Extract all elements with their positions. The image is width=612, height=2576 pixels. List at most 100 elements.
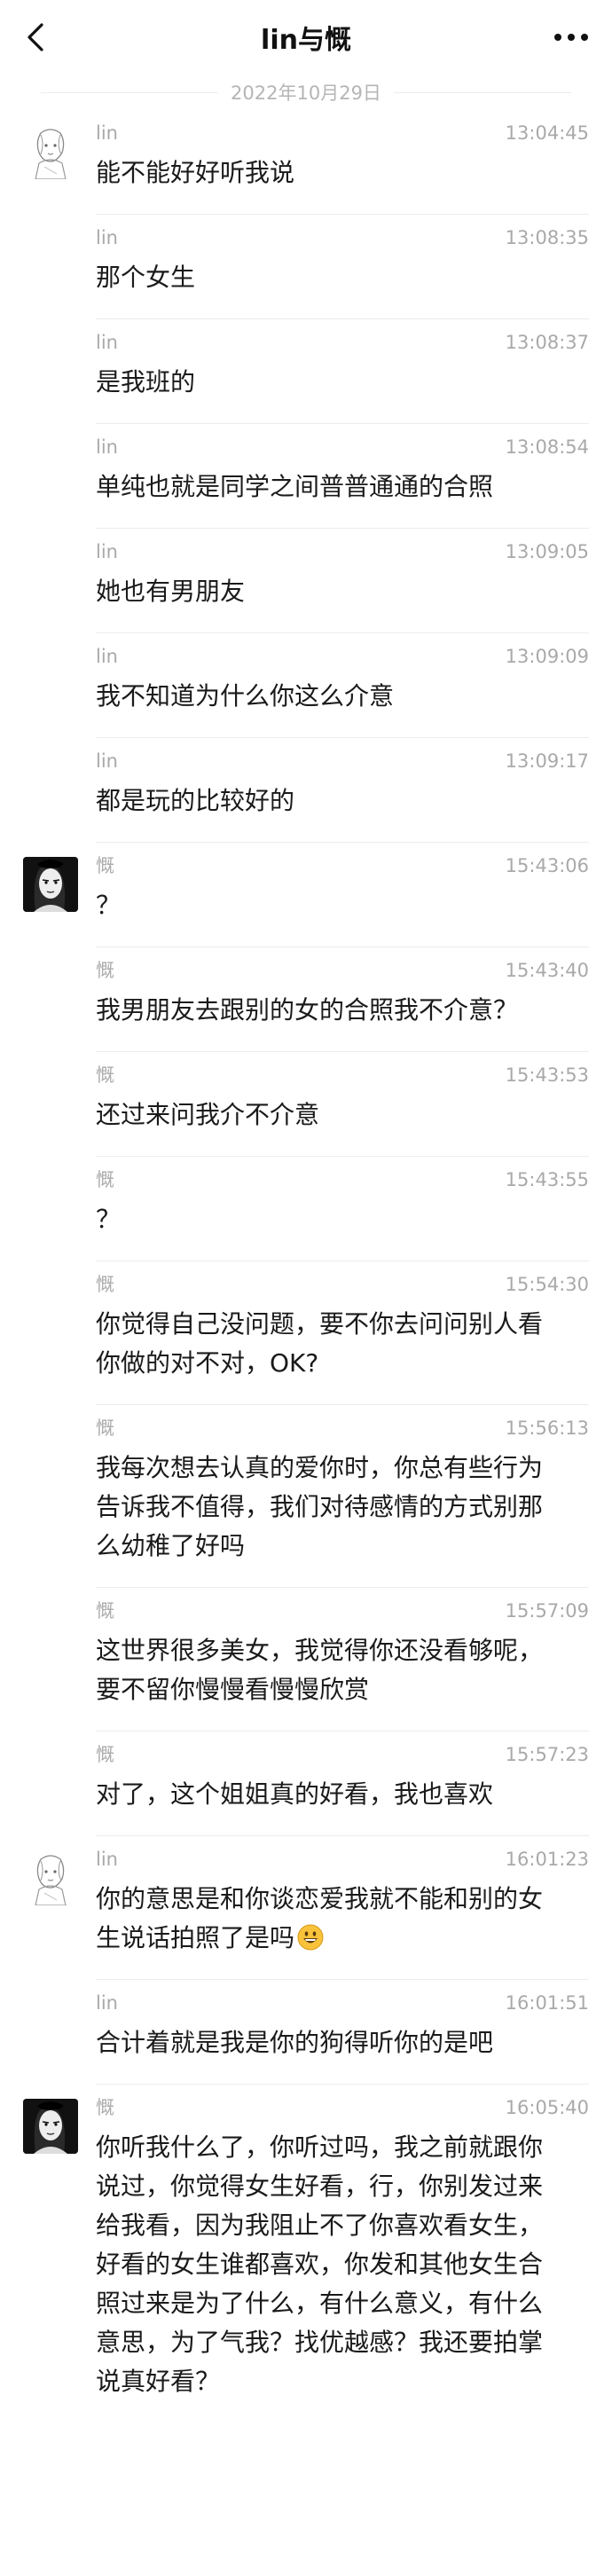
- message-text: 是我班的: [96, 363, 589, 402]
- avatar-kai[interactable]: [23, 2099, 78, 2154]
- message-item[interactable]: lin 13:08:35 那个女生: [0, 215, 612, 319]
- sender-name: lin: [96, 1992, 118, 2014]
- message-meta: 慨 15:43:06: [96, 854, 589, 877]
- message-body: lin 13:08:37 是我班的: [96, 319, 589, 424]
- message-meta: 慨 15:54:30: [96, 1273, 589, 1296]
- divider: [393, 91, 571, 93]
- message-meta: lin 16:01:23: [96, 1848, 589, 1871]
- message-time: 15:54:30: [505, 1274, 589, 1295]
- message-text: 合计着就是我是你的狗得听你的是吧: [96, 2023, 589, 2062]
- message-content: 我每次想去认真的爱你时，你总有些行为 告诉我不值得，我们对待感情的方式别那 么幼…: [96, 1453, 544, 1560]
- sender-name: lin: [96, 541, 118, 562]
- message-time: 13:09:17: [505, 750, 589, 772]
- message-item[interactable]: lin 13:09:09 我不知道为什么你这么介意: [0, 633, 612, 738]
- message-body: lin 13:09:05 她也有男朋友: [96, 529, 589, 633]
- message-meta: 慨 15:57:23: [96, 1743, 589, 1766]
- message-content: 我男朋友去跟别的女的合照我不介意？: [96, 995, 519, 1025]
- message-meta: lin 13:08:54: [96, 436, 589, 459]
- date-label: 2022年10月29日: [231, 82, 381, 104]
- message-item[interactable]: lin 13:08:54 单纯也就是同学之间普普通通的合照: [0, 424, 612, 529]
- message-content: ？: [96, 891, 122, 920]
- message-item[interactable]: 慨 15:56:13 我每次想去认真的爱你时，你总有些行为 告诉我不值得，我们对待感…: [0, 1405, 612, 1588]
- message-time: 15:57:09: [505, 1600, 589, 1622]
- message-item[interactable]: lin 13:04:45 能不能好好听我说: [0, 110, 612, 215]
- sender-name: 慨: [96, 1600, 114, 1622]
- top-bar: lin与慨: [0, 0, 612, 75]
- message-body: 慨 15:56:13 我每次想去认真的爱你时，你总有些行为 告诉我不值得，我们对待感…: [96, 1405, 589, 1588]
- message-body: lin 16:01:23 你的意思是和你谈恋爱我就不能和别的女 生说话拍照了是吗: [96, 1836, 589, 1980]
- sender-name: lin: [96, 750, 118, 772]
- message-item[interactable]: lin 13:09:05 她也有男朋友: [0, 529, 612, 633]
- date-separator: 2022年10月29日: [0, 75, 612, 110]
- message-time: 16:01:23: [505, 1849, 589, 1870]
- message-item[interactable]: 慨 15:57:09 这世界很多美女，我觉得你还没看够呢， 要不留你慢慢看慢慢欣赏: [0, 1588, 612, 1732]
- message-time: 13:08:54: [505, 436, 589, 458]
- message-content: 单纯也就是同学之间普普通通的合照: [96, 472, 494, 501]
- message-text: 她也有男朋友: [96, 572, 589, 611]
- grinning-face-emoji-icon: [297, 1923, 324, 1951]
- message-meta: lin 13:08:37: [96, 331, 589, 354]
- message-text: 我不知道为什么你这么介意: [96, 677, 589, 716]
- message-body: lin 13:09:09 我不知道为什么你这么介意: [96, 633, 589, 738]
- message-item[interactable]: 慨 15:43:06 ？: [0, 843, 612, 947]
- message-item[interactable]: 慨 15:43:53 还过来问我介不介意: [0, 1052, 612, 1157]
- sender-name: lin: [96, 227, 118, 248]
- back-button[interactable]: [18, 20, 53, 55]
- message-time: 13:09:05: [505, 541, 589, 562]
- message-item[interactable]: lin 16:01:23 你的意思是和你谈恋爱我就不能和别的女 生说话拍照了是吗: [0, 1836, 612, 1980]
- message-item[interactable]: 慨 15:43:40 我男朋友去跟别的女的合照我不介意？: [0, 947, 612, 1052]
- message-list: lin 13:04:45 能不能好好听我说 lin 13:08:35 那个女生 lin 13:…: [0, 110, 612, 2423]
- avatar-lin[interactable]: [23, 1850, 78, 1905]
- message-body: 慨 15:54:30 你觉得自己没问题，要不你去问问别人看 你做的对不对，OK?: [96, 1261, 589, 1405]
- message-content: 我不知道为什么你这么介意: [96, 681, 395, 711]
- sender-name: 慨: [96, 2097, 114, 2118]
- message-meta: lin 13:09:17: [96, 750, 589, 773]
- message-content: ？: [96, 1205, 122, 1234]
- message-time: 15:43:53: [505, 1064, 589, 1086]
- message-item[interactable]: lin 13:09:17 都是玩的比较好的: [0, 738, 612, 843]
- message-meta: lin 13:09:05: [96, 540, 589, 563]
- message-text: 那个女生: [96, 258, 589, 297]
- message-text: 我男朋友去跟别的女的合照我不介意？: [96, 991, 589, 1030]
- avatar-lin[interactable]: [23, 124, 78, 179]
- sender-name: 慨: [96, 1064, 114, 1086]
- message-meta: lin 13:08:35: [96, 226, 589, 249]
- message-item[interactable]: lin 16:01:51 合计着就是我是你的狗得听你的是吧: [0, 1980, 612, 2085]
- message-text: 我每次想去认真的爱你时，你总有些行为 告诉我不值得，我们对待感情的方式别那 么幼…: [96, 1449, 589, 1566]
- sender-name: lin: [96, 332, 118, 353]
- message-meta: 慨 15:56:13: [96, 1417, 589, 1440]
- message-item[interactable]: 慨 15:57:23 对了，这个姐姐真的好看，我也喜欢: [0, 1732, 612, 1836]
- message-text: 你听我什么了，你听过吗，我之前就跟你 说过，你觉得女生好看，行，你别发过来 给我…: [96, 2128, 589, 2401]
- message-body: lin 13:08:54 单纯也就是同学之间普普通通的合照: [96, 424, 589, 529]
- message-body: lin 16:01:51 合计着就是我是你的狗得听你的是吧: [96, 1980, 589, 2085]
- message-body: lin 13:04:45 能不能好好听我说: [96, 110, 589, 215]
- chat-title: lin与慨: [261, 25, 351, 56]
- message-time: 16:01:51: [505, 1992, 589, 2014]
- message-body: 慨 15:43:53 还过来问我介不介意: [96, 1052, 589, 1157]
- message-content: 这世界很多美女，我觉得你还没看够呢， 要不留你慢慢看慢慢欣赏: [96, 1636, 544, 1704]
- message-text: 这世界很多美女，我觉得你还没看够呢， 要不留你慢慢看慢慢欣赏: [96, 1631, 589, 1709]
- message-time: 13:08:35: [505, 227, 589, 248]
- sender-name: 慨: [96, 1418, 114, 1439]
- message-time: 15:43:55: [505, 1169, 589, 1190]
- more-dots-icon: [554, 34, 588, 41]
- sender-name: lin: [96, 646, 118, 667]
- message-time: 13:09:09: [505, 646, 589, 667]
- message-meta: 慨 15:43:40: [96, 959, 589, 982]
- message-content: 都是玩的比较好的: [96, 786, 295, 815]
- message-meta: lin 16:01:51: [96, 1991, 589, 2014]
- message-body: 慨 15:43:06 ？: [96, 843, 589, 947]
- message-item[interactable]: lin 13:08:37 是我班的: [0, 319, 612, 424]
- message-content: 你听我什么了，你听过吗，我之前就跟你 说过，你觉得女生好看，行，你别发过来 给我…: [96, 2132, 544, 2396]
- message-text: 还过来问我介不介意: [96, 1096, 589, 1135]
- message-content: 对了，这个姐姐真的好看，我也喜欢: [96, 1779, 494, 1809]
- message-time: 15:43:40: [505, 960, 589, 981]
- sender-name: lin: [96, 122, 118, 144]
- sender-name: 慨: [96, 1274, 114, 1295]
- message-item[interactable]: 慨 15:43:55 ？: [0, 1157, 612, 1261]
- message-item[interactable]: 慨 16:05:40 你听我什么了，你听过吗，我之前就跟你 说过，你觉得女生好看，行…: [0, 2085, 612, 2423]
- more-button[interactable]: [550, 20, 592, 55]
- message-time: 13:08:37: [505, 332, 589, 353]
- message-item[interactable]: 慨 15:54:30 你觉得自己没问题，要不你去问问别人看 你做的对不对，OK?: [0, 1261, 612, 1405]
- avatar-kai[interactable]: [23, 857, 78, 912]
